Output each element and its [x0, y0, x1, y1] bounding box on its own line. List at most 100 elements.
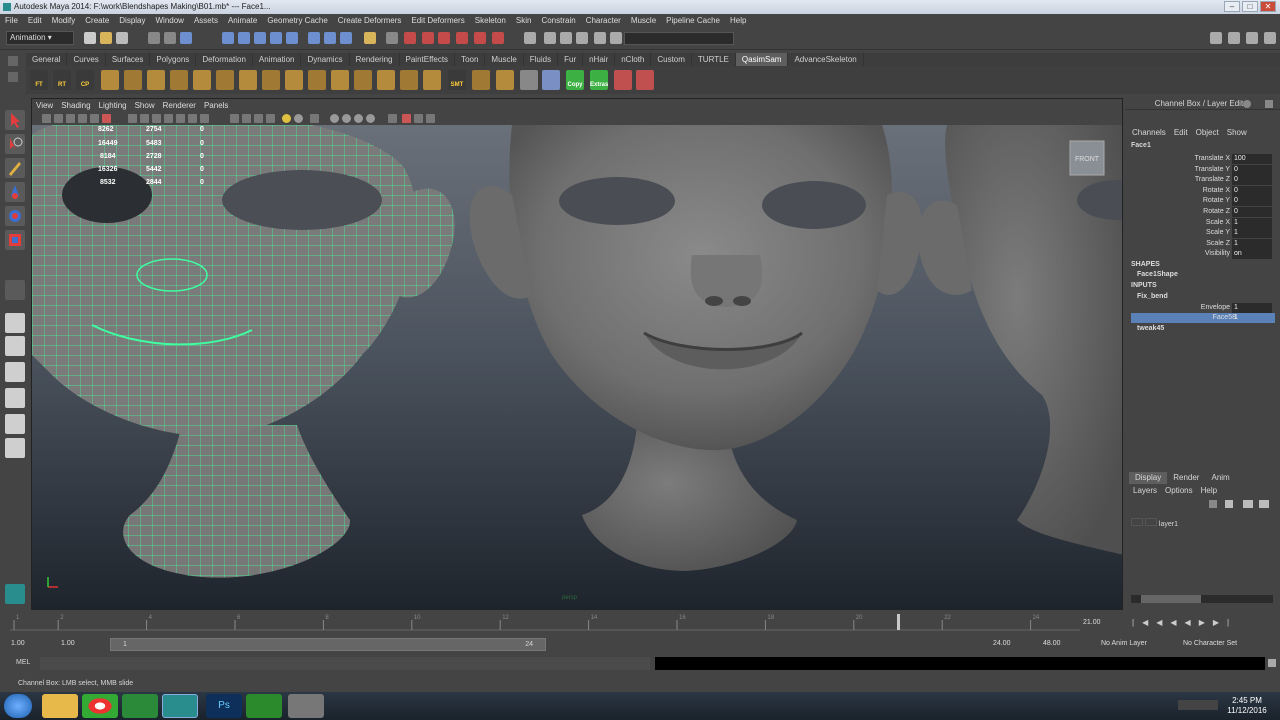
shelf-ft-icon[interactable]: FT: [30, 70, 48, 90]
anti-aliasing-icon[interactable]: [354, 114, 363, 123]
select-camera-icon[interactable]: [42, 114, 51, 123]
maya-taskbar-icon[interactable]: [162, 694, 198, 718]
menu-constrain[interactable]: Constrain: [536, 14, 580, 28]
close-button[interactable]: ✕: [1260, 1, 1276, 12]
shelf-sphere-icon[interactable]: [101, 70, 119, 90]
channel-menu-channels[interactable]: Channels: [1128, 126, 1170, 140]
layer-name[interactable]: layer1: [1159, 521, 1178, 528]
attr-value[interactable]: 1: [1232, 228, 1272, 239]
attr-value[interactable]: 100: [1232, 154, 1272, 164]
shelf-cone-icon[interactable]: [170, 70, 188, 90]
gate-mask-icon[interactable]: [164, 114, 173, 123]
bookmarks-icon[interactable]: [66, 114, 75, 123]
construction-history-icon[interactable]: [386, 32, 398, 44]
render-current-frame-icon[interactable]: [404, 32, 416, 44]
hypershade-icon[interactable]: [456, 32, 468, 44]
channel-box-close-icon[interactable]: [1265, 100, 1273, 108]
photoshop-taskbar-icon[interactable]: Ps: [206, 694, 242, 718]
toggle-modeling-toolkit-icon[interactable]: [1210, 32, 1222, 44]
render-view-icon[interactable]: [474, 32, 486, 44]
smooth-shade-icon[interactable]: [242, 114, 251, 123]
toggle-tool-settings-icon[interactable]: [1246, 32, 1258, 44]
attribute-row[interactable]: Rotate Y0: [1125, 196, 1275, 207]
shelf-extrude-icon[interactable]: [285, 70, 303, 90]
safe-action-icon[interactable]: [188, 114, 197, 123]
layer-type-toggle[interactable]: [1144, 518, 1157, 526]
use-all-lights-icon[interactable]: [282, 114, 291, 123]
attribute-row[interactable]: Rotate Z0: [1125, 207, 1275, 217]
safe-title-icon[interactable]: [200, 114, 209, 123]
viewport-menu-shading[interactable]: Shading: [57, 99, 94, 112]
menu-help[interactable]: Help: [725, 14, 751, 28]
attr-value[interactable]: 0: [1232, 207, 1272, 217]
attribute-row[interactable]: Scale X1: [1125, 217, 1275, 228]
tray-icons[interactable]: [1178, 700, 1218, 710]
input-ops-icon[interactable]: [324, 32, 336, 44]
shelf-cube-icon[interactable]: [124, 70, 142, 90]
shelf-cylinder-icon[interactable]: [147, 70, 165, 90]
attr-value[interactable]: 1: [1232, 313, 1272, 323]
shelf-split-icon[interactable]: [354, 70, 372, 90]
attribute-row[interactable]: Visibility on: [1125, 249, 1275, 260]
script-language-label[interactable]: MEL: [16, 659, 30, 666]
app2-taskbar-icon[interactable]: [288, 694, 324, 718]
shelf-merge-icon[interactable]: [400, 70, 418, 90]
attribute-row[interactable]: Rotate X0: [1125, 185, 1275, 196]
minimize-button[interactable]: –: [1224, 1, 1240, 12]
range-slider-bar[interactable]: 1 24: [110, 638, 546, 651]
paint-select-tool-icon[interactable]: [5, 158, 25, 178]
shelf-tab-painteffects[interactable]: PaintEffects: [400, 53, 456, 66]
shelf-copy-icon[interactable]: Copy: [566, 70, 584, 90]
lock-icon[interactable]: [364, 32, 376, 44]
select-hierarchy-icon[interactable]: [148, 32, 160, 44]
attr-value[interactable]: 0: [1232, 175, 1272, 186]
script-editor-icon[interactable]: [1268, 659, 1276, 667]
playback-controls[interactable]: |◀◀◀◀▶▶|: [1132, 618, 1272, 628]
shelf-tab-ncloth[interactable]: nCloth: [615, 53, 652, 66]
snap-grid-icon[interactable]: [222, 32, 234, 44]
layer-move-down-icon[interactable]: [1259, 500, 1269, 508]
four-pane-layout-icon[interactable]: [5, 336, 25, 356]
hypershade-layout-icon[interactable]: [5, 414, 25, 434]
menu-create-deformers[interactable]: Create Deformers: [333, 14, 407, 28]
viewport-menu-panels[interactable]: Panels: [200, 99, 232, 112]
snap-curve-icon[interactable]: [238, 32, 250, 44]
ambient-occlusion-icon[interactable]: [330, 114, 339, 123]
select-tool-icon[interactable]: [5, 110, 25, 130]
layer-menu-layers[interactable]: Layers: [1129, 484, 1161, 498]
shelf-tab-rendering[interactable]: Rendering: [350, 53, 400, 66]
field-chart-icon[interactable]: [176, 114, 185, 123]
camera-attributes-icon[interactable]: [54, 114, 63, 123]
motion-blur-icon[interactable]: [342, 114, 351, 123]
scale-tool-icon[interactable]: [5, 230, 25, 250]
xray-active-components-icon[interactable]: [414, 114, 423, 123]
range-slider[interactable]: 1.00 1.00 1 24 24.00 48.00 No Anim Layer…: [0, 636, 1280, 653]
menu-animate[interactable]: Animate: [223, 14, 262, 28]
select-component-icon[interactable]: [180, 32, 192, 44]
layer-menu-options[interactable]: Options: [1161, 484, 1197, 498]
attribute-row[interactable]: Scale Y1: [1125, 228, 1275, 239]
animation-start-field[interactable]: 1.00: [8, 638, 58, 651]
viewport-menu-show[interactable]: Show: [131, 99, 159, 112]
shelf-cp-icon[interactable]: CP: [76, 70, 94, 90]
hud-toggle-icon[interactable]: [426, 114, 435, 123]
shelf-tab-muscle[interactable]: Muscle: [485, 53, 524, 66]
select-object-icon[interactable]: [164, 32, 176, 44]
shelf-joint-icon[interactable]: [614, 70, 632, 90]
snap-point-icon[interactable]: [254, 32, 266, 44]
shelf-tab-dynamics[interactable]: Dynamics: [301, 53, 350, 66]
shelf-smt-icon[interactable]: SMT: [448, 70, 466, 90]
persp-outliner-layout-icon[interactable]: [5, 362, 25, 382]
render-setup-icon[interactable]: [492, 32, 504, 44]
animation-end-field[interactable]: 48.00: [1040, 638, 1092, 651]
shelf-insert-loop-icon[interactable]: [377, 70, 395, 90]
wireframe-on-shaded-icon[interactable]: [254, 114, 263, 123]
utorrent-taskbar-icon[interactable]: [122, 694, 158, 718]
menu-skin[interactable]: Skin: [511, 14, 537, 28]
shelf-tab-fur[interactable]: Fur: [558, 53, 584, 66]
current-frame-marker[interactable]: [897, 614, 900, 630]
rotate-tool-icon[interactable]: [5, 206, 25, 226]
shelf-tab-custom[interactable]: Custom: [651, 53, 692, 66]
viewport-menu-lighting[interactable]: Lighting: [95, 99, 131, 112]
modeling-toolkit-icon[interactable]: [5, 584, 25, 604]
